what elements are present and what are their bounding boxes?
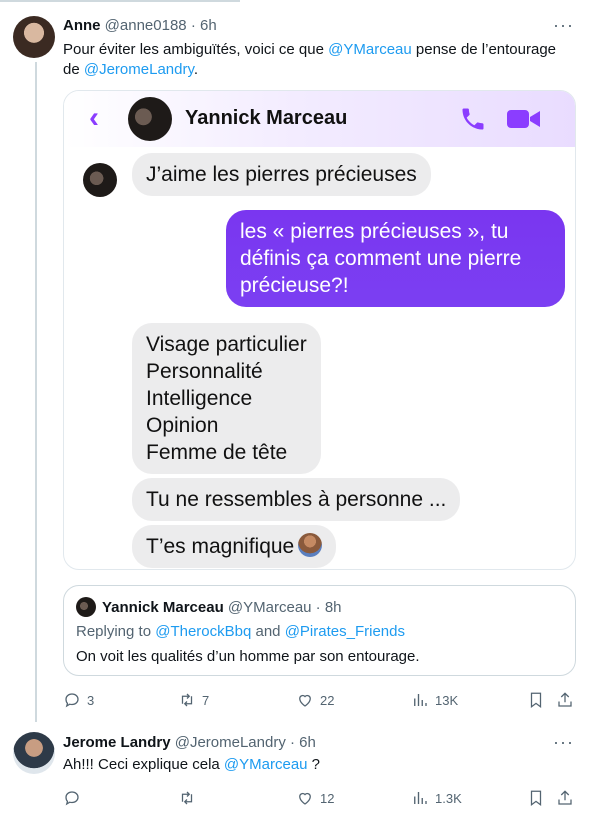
chat-message-line: T’es magnifique (146, 533, 323, 560)
heart-icon (299, 694, 311, 707)
avatar-jerome-landry[interactable] (13, 732, 55, 774)
quote-text: On voit les qualités d’un homme par son … (76, 648, 420, 665)
tweet2-time[interactable]: · 6h (290, 734, 316, 751)
quote-time: · 8h (315, 599, 342, 616)
tweet2-author-name[interactable]: Jerome Landry (63, 734, 171, 751)
share-icon (558, 692, 572, 707)
tweet1-header: Anne @anne0188 · 6h (63, 17, 217, 34)
reply-button[interactable]: 3 (63, 689, 94, 711)
chat-message-line: Personnalité (146, 360, 263, 383)
tweet1-text-part: de (63, 61, 84, 78)
share-button[interactable] (556, 787, 574, 809)
like-button[interactable]: 22 (296, 689, 334, 711)
chat-message-line: définis ça comment une pierre (240, 247, 522, 270)
reply-icon (65, 693, 79, 708)
chat-bubble-incoming: Tu ne ressembles à personne ... (132, 478, 461, 521)
repost-icon (181, 693, 193, 707)
views-button[interactable]: 13K (411, 689, 458, 711)
heart-icon (299, 792, 311, 805)
quote-author-name: Yannick Marceau (102, 599, 224, 616)
back-chevron-icon: ‹ (89, 101, 99, 134)
chat-bubble-incoming: T’es magnifique (132, 525, 337, 568)
quote-handle: @YMarceau (227, 599, 312, 616)
tweet1-text-part: . (193, 61, 199, 78)
repost-button[interactable] (178, 787, 202, 809)
tweet2-text: Ah!!! Ceci explique cela @YMarceau ? (63, 755, 573, 775)
chat-message-line: Visage particulier (146, 333, 307, 356)
tweet1-text-part: Pour éviter les ambiguïtés, voici ce que (63, 41, 329, 58)
bookmark-button[interactable] (527, 787, 545, 809)
chat-message-line: les « pierres précieuses », tu (240, 220, 509, 243)
tweet1-author-name[interactable]: Anne (63, 17, 101, 34)
tweet1-time[interactable]: · 6h (191, 17, 217, 34)
tweet1-more-icon[interactable]: ··· (553, 15, 574, 36)
quote-header: Yannick Marceau @YMarceau · 8h (102, 599, 342, 616)
tweet2-header: Jerome Landry @JeromeLandry · 6h (63, 734, 316, 751)
repost-icon (181, 791, 193, 805)
thread-connector-line (35, 62, 37, 722)
chat-message-text: Tu ne ressembles à personne ... (146, 488, 447, 511)
tweet1-text: Pour éviter les ambiguïtés, voici ce que… (63, 40, 573, 80)
views-chart-icon (414, 694, 427, 706)
tweet2-text-part: Ah!!! Ceci explique cela (63, 756, 224, 773)
bookmark-icon (530, 692, 542, 709)
repost-count: 7 (202, 692, 210, 708)
mention-jeromelandry[interactable]: @JeromeLandry (84, 61, 194, 78)
video-call-icon (507, 110, 540, 128)
like-button[interactable]: 12 (296, 787, 334, 809)
views-chart-icon (414, 792, 427, 804)
share-button[interactable] (556, 689, 574, 711)
reply-count: 3 (87, 692, 95, 708)
phone-icon (462, 108, 484, 130)
replying-to-and: and (251, 623, 285, 640)
tweet1-text-part: pense de l’entourage (411, 41, 557, 58)
chat-message-line: Femme de tête (146, 441, 288, 464)
views-count: 13K (435, 692, 459, 708)
mention-therockbbq[interactable]: @TherockBbq (155, 623, 251, 640)
chat-bubble-incoming: Visage particulier Personnalité Intellig… (132, 323, 321, 474)
reply-icon (65, 791, 79, 806)
chat-message-line: précieuse?! (240, 274, 349, 297)
like-count: 22 (320, 692, 335, 708)
mention-ymarceau[interactable]: @YMarceau (328, 41, 412, 58)
tweet1-action-bar: 3 7 22 13K (63, 689, 578, 711)
chat-message-text: T’es magnifique (146, 535, 295, 558)
quoted-tweet[interactable]: Yannick Marceau @YMarceau · 8h Replying … (63, 585, 576, 676)
chat-bubble-incoming: J’aime les pierres précieuses (132, 153, 431, 196)
views-count: 1.3K (435, 790, 462, 806)
top-divider (0, 0, 600, 6)
mention-ymarceau-reply[interactable]: @YMarceau (224, 756, 308, 773)
replying-to-label: Replying to (76, 623, 156, 640)
chat-bubble-outgoing: les « pierres précieuses », tu définis ç… (226, 210, 565, 307)
bookmark-button[interactable] (527, 689, 545, 711)
chat-contact-avatar (128, 97, 172, 141)
message-sender-avatar (83, 163, 117, 197)
shrug-emoji-icon (298, 533, 323, 557)
like-count: 12 (320, 790, 335, 806)
repost-button[interactable]: 7 (178, 689, 209, 711)
tweet2-action-bar: 12 1.3K (63, 787, 578, 809)
chat-header: ‹ Yannick Marceau (64, 91, 575, 147)
tweet2-more-icon[interactable]: ··· (553, 732, 574, 753)
chat-message-line: Intelligence (146, 387, 253, 410)
quote-avatar (76, 597, 96, 617)
mention-pirates-friends[interactable]: @Pirates_Friends (285, 623, 405, 640)
chat-message-text: J’aime les pierres précieuses (146, 163, 417, 186)
views-button[interactable]: 1.3K (411, 787, 462, 809)
attached-chat-screenshot[interactable]: ‹ Yannick Marceau J’aime les pierres pré… (63, 90, 576, 570)
reply-button[interactable] (63, 787, 87, 809)
bookmark-icon (530, 790, 542, 807)
tweet2-handle[interactable]: @JeromeLandry (175, 734, 286, 751)
tweet2-text-part: ? (307, 756, 321, 773)
quote-replying-to: Replying to @TherockBbq and @Pirates_Fri… (76, 623, 405, 640)
avatar-anne[interactable] (13, 16, 55, 58)
share-icon (558, 790, 572, 805)
chat-message-line: Opinion (146, 414, 219, 437)
chat-contact-name: Yannick Marceau (185, 107, 348, 129)
tweet1-handle[interactable]: @anne0188 (105, 17, 187, 34)
